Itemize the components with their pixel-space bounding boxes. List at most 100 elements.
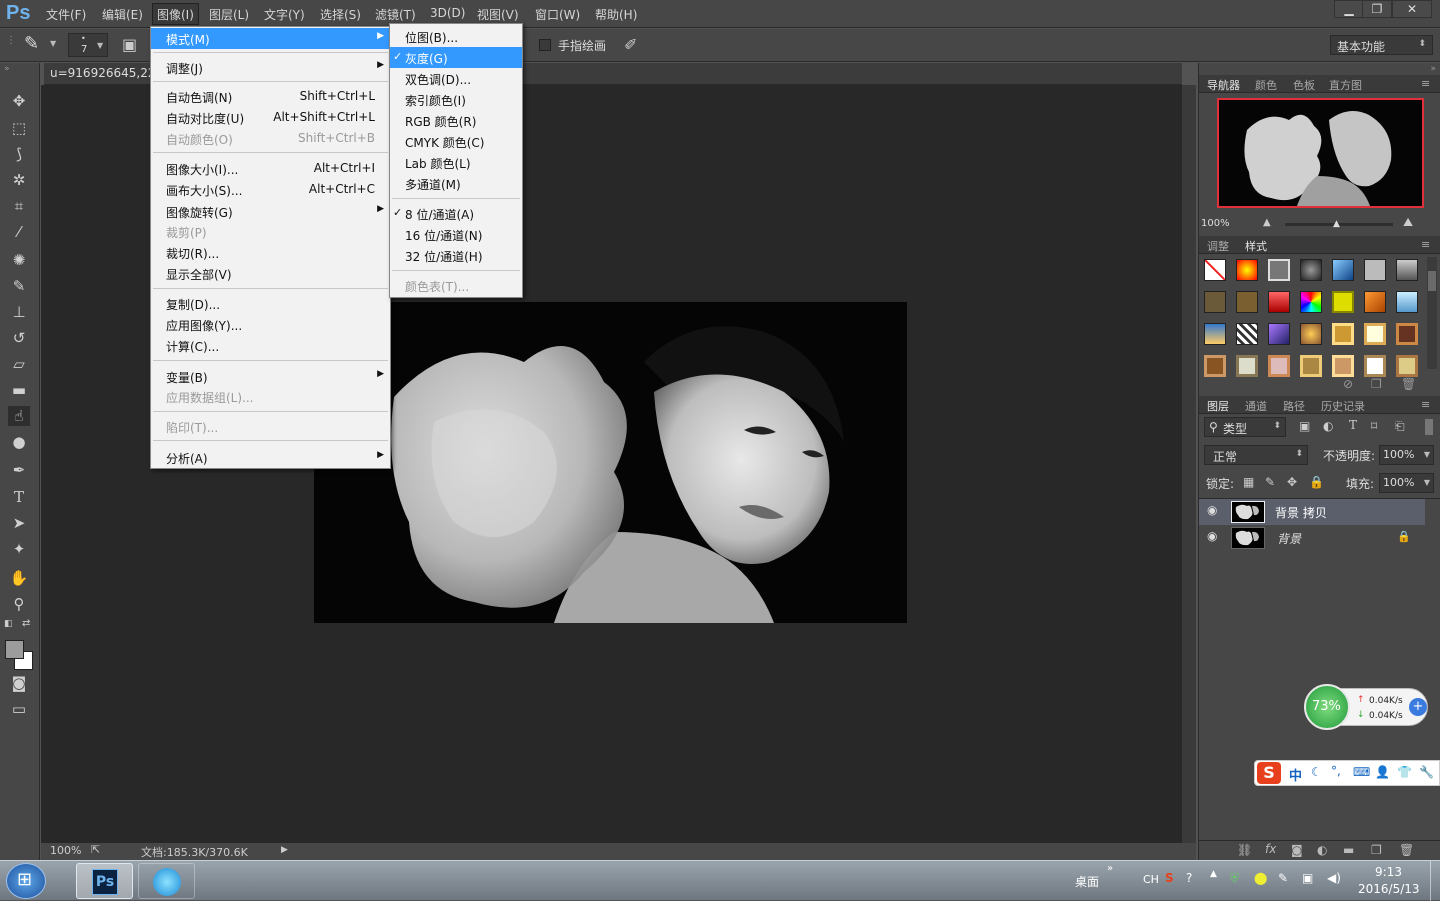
visibility-eye-icon[interactable]: ◉: [1207, 529, 1217, 543]
tab-styles[interactable]: 样式: [1245, 238, 1267, 254]
style-swatch[interactable]: [1204, 323, 1226, 345]
blend-mode-select[interactable]: 正常 ⬍: [1204, 445, 1308, 465]
menu-item-calculations[interactable]: 计算(C)...: [151, 335, 390, 356]
status-menu-arrow-icon[interactable]: ▶: [281, 845, 288, 855]
shield-icon[interactable]: ⛨: [1230, 871, 1239, 886]
zoom-level[interactable]: 100%: [50, 844, 81, 857]
chevron-right-icon[interactable]: »: [1107, 863, 1113, 874]
tab-swatches[interactable]: 色板: [1293, 77, 1315, 93]
panel-menu-icon[interactable]: ≡: [1421, 77, 1430, 90]
menu-item-multichannel[interactable]: 多通道(M): [390, 173, 522, 194]
fx-icon[interactable]: fx: [1265, 842, 1276, 856]
panel-menu-icon[interactable]: ≡: [1421, 238, 1430, 251]
history-brush-tool-icon[interactable]: ↺: [8, 328, 30, 348]
tab-paths[interactable]: 路径: [1283, 398, 1305, 414]
minimize-button[interactable]: ▁: [1334, 0, 1364, 18]
crop-tool-icon[interactable]: ⌗: [8, 196, 30, 216]
visibility-eye-icon[interactable]: ◉: [1207, 503, 1217, 517]
style-swatch[interactable]: [1396, 355, 1418, 377]
style-swatch[interactable]: [1332, 355, 1354, 377]
style-swatch[interactable]: [1332, 323, 1354, 345]
quick-mask-icon[interactable]: ◙: [8, 673, 30, 693]
menu-item-duotone[interactable]: 双色调(D)...: [390, 68, 522, 89]
style-swatch[interactable]: [1300, 259, 1322, 281]
filter-toggle[interactable]: [1425, 419, 1433, 435]
lock-position-icon[interactable]: ✥: [1287, 475, 1297, 489]
menu-edit[interactable]: 编辑(E): [102, 6, 143, 23]
lock-all-icon[interactable]: 🔒: [1309, 475, 1324, 489]
menu-item-duplicate[interactable]: 复制(D)...: [151, 293, 390, 314]
clock-time[interactable]: 9:13: [1375, 865, 1402, 879]
menu-3d[interactable]: 3D(D): [430, 6, 465, 20]
layer-row[interactable]: ◉ 背景 🔒: [1199, 525, 1425, 551]
zoom-in-icon[interactable]: ⛰: [1403, 215, 1413, 230]
menu-file[interactable]: 文件(F): [46, 6, 86, 23]
zoom-tool-icon[interactable]: ⚲: [8, 594, 30, 614]
memory-ball[interactable]: 73%: [1304, 684, 1350, 730]
style-swatch[interactable]: [1300, 355, 1322, 377]
default-colors-icon[interactable]: ◧: [4, 619, 13, 629]
workspace-select[interactable]: 基本功能 ⬍: [1330, 35, 1433, 55]
tab-channels[interactable]: 通道: [1245, 398, 1267, 414]
tab-adjustments[interactable]: 调整: [1207, 238, 1229, 254]
tab-color[interactable]: 颜色: [1255, 77, 1277, 93]
desktop-toolbar-label[interactable]: 桌面: [1075, 873, 1099, 890]
filter-type-icon[interactable]: T: [1349, 418, 1357, 432]
collapse-icon[interactable]: »: [4, 64, 10, 74]
style-swatch[interactable]: [1268, 291, 1290, 313]
close-button[interactable]: ✕: [1392, 0, 1432, 18]
menu-window[interactable]: 窗口(W): [535, 6, 580, 23]
menu-item-mode[interactable]: 模式(M) ▶: [151, 28, 390, 49]
add-mask-icon[interactable]: ◙: [1291, 843, 1303, 857]
style-swatch[interactable]: [1396, 259, 1418, 281]
keyboard-icon[interactable]: ⌨: [1353, 765, 1370, 779]
menu-item-auto-tone[interactable]: 自动色调(N) Shift+Ctrl+L: [151, 86, 390, 107]
fill-input[interactable]: 100% ▼: [1379, 473, 1434, 493]
zoom-slider[interactable]: ▲: [1285, 219, 1393, 229]
menu-item-canvas-size[interactable]: 画布大小(S)... Alt+Ctrl+C: [151, 179, 390, 200]
start-button[interactable]: ⊞: [6, 863, 46, 899]
style-swatch[interactable]: [1268, 355, 1290, 377]
new-layer-icon[interactable]: ❐: [1371, 843, 1382, 857]
menu-item-32-bit[interactable]: 32 位/通道(H): [390, 245, 522, 266]
style-swatch[interactable]: [1300, 291, 1322, 313]
menu-view[interactable]: 视图(V): [477, 6, 519, 23]
taskbar-photoshop[interactable]: Ps: [76, 863, 133, 899]
tab-history[interactable]: 历史记录: [1321, 398, 1365, 414]
style-swatch[interactable]: [1332, 259, 1354, 281]
network-icon[interactable]: ▣: [1302, 871, 1313, 885]
style-swatch[interactable]: [1204, 291, 1226, 313]
style-swatch[interactable]: [1268, 323, 1290, 345]
menu-layer[interactable]: 图层(L): [209, 6, 249, 23]
menu-item-16-bit[interactable]: 16 位/通道(N): [390, 224, 522, 245]
style-swatch[interactable]: [1396, 323, 1418, 345]
brush-panel-icon[interactable]: ▣: [122, 35, 137, 54]
chevron-down-icon[interactable]: ▼: [50, 39, 56, 48]
menu-item-indexed-color[interactable]: 索引颜色(I): [390, 89, 522, 110]
menu-item-auto-contrast[interactable]: 自动对比度(U) Alt+Shift+Ctrl+L: [151, 107, 390, 128]
ime-mode[interactable]: 中: [1289, 765, 1302, 784]
scrollbar-thumb[interactable]: [1428, 271, 1436, 291]
style-none-swatch[interactable]: [1204, 259, 1226, 281]
ime-toolbar[interactable]: S 中 ☾ °, ⌨ 👤 👕 🔧: [1254, 760, 1440, 786]
magic-wand-tool-icon[interactable]: ✲: [8, 170, 30, 190]
layer-row[interactable]: ◉ 背景 拷贝: [1199, 499, 1425, 525]
style-swatch[interactable]: [1236, 323, 1258, 345]
export-icon[interactable]: ⇱: [91, 843, 100, 856]
tab-layers[interactable]: 图层: [1207, 398, 1229, 414]
network-speed-widget[interactable]: ↑ 0.04K/s ↓ 0.04K/s + 73%: [1304, 684, 1430, 730]
menu-item-reveal-all[interactable]: 显示全部(V): [151, 263, 390, 284]
menu-item-grayscale[interactable]: ✓ 灰度(G): [390, 47, 522, 68]
pen-tool-icon[interactable]: ✒: [8, 460, 30, 480]
screen-mode-icon[interactable]: ▭: [8, 699, 30, 719]
lasso-tool-icon[interactable]: ⟆: [8, 144, 30, 164]
style-swatch[interactable]: [1396, 291, 1418, 313]
style-swatch[interactable]: [1364, 291, 1386, 313]
marquee-tool-icon[interactable]: ⬚: [8, 118, 30, 138]
style-swatch[interactable]: [1236, 291, 1258, 313]
menu-filter[interactable]: 滤镜(T): [375, 6, 416, 23]
finger-paint-checkbox[interactable]: [539, 39, 551, 51]
menu-item-8-bit[interactable]: ✓ 8 位/通道(A): [390, 203, 522, 224]
brush-tool-icon[interactable]: ✎: [8, 276, 30, 296]
help-icon[interactable]: ?: [1186, 871, 1192, 885]
